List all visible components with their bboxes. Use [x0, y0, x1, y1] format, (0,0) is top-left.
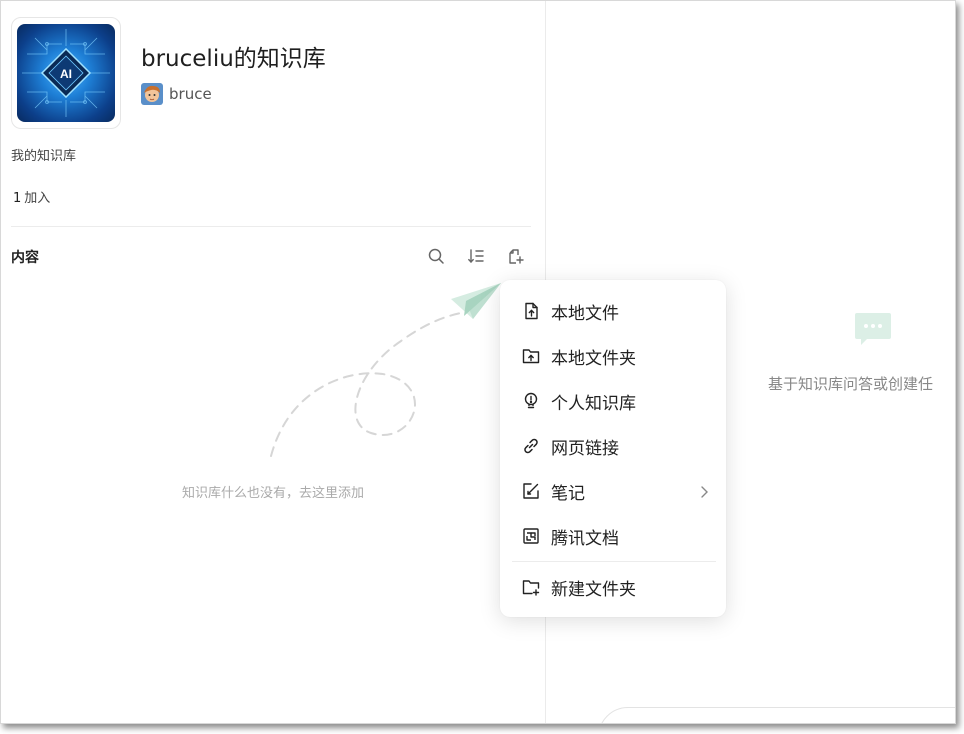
cover-image: AI — [17, 24, 115, 122]
menu-item-personal-kb[interactable]: 个人知识库 — [500, 381, 726, 421]
note-edit-icon — [521, 481, 541, 501]
knowledge-base-title: bruceliu的知识库 — [141, 46, 326, 72]
join-count-label: 加入 — [24, 191, 51, 206]
chat-bubble-icon — [853, 311, 893, 347]
chat-input[interactable] — [598, 707, 955, 723]
add-content-menu: 本地文件 本地文件夹 个人知识库 网页链接 笔记 腾讯文档 新建文件夹 — [500, 280, 726, 617]
menu-item-label: 新建文件夹 — [551, 579, 636, 600]
join-count: 1 加入 — [13, 187, 50, 206]
knowledge-base-description: 我的知识库 — [11, 149, 77, 164]
chat-hint-text: 基于知识库问答或创建任 — [768, 375, 934, 393]
new-folder-icon — [521, 577, 541, 597]
section-divider — [11, 226, 531, 227]
app-window: AI bruceliu的知识库 bruce 我的知识库 1 加入 内容 知识库什… — [0, 0, 956, 724]
folder-upload-icon — [521, 346, 541, 366]
tencent-doc-icon — [521, 526, 541, 546]
menu-item-local-file[interactable]: 本地文件 — [500, 291, 726, 331]
link-icon — [521, 436, 541, 456]
cover-ai-text: AI — [60, 67, 72, 81]
menu-item-label: 网页链接 — [551, 438, 619, 459]
chevron-right-icon — [698, 484, 710, 498]
menu-divider — [512, 561, 716, 562]
knowledge-base-cover[interactable]: AI — [11, 17, 121, 129]
join-count-number: 1 — [13, 191, 22, 206]
menu-item-label: 笔记 — [551, 483, 585, 504]
knowledge-base-panel: AI bruceliu的知识库 bruce 我的知识库 1 加入 内容 知识库什… — [1, 1, 545, 723]
add-document-icon[interactable] — [505, 245, 527, 267]
empty-state-text: 知识库什么也没有，去这里添加 — [181, 486, 364, 501]
menu-item-new-folder[interactable]: 新建文件夹 — [500, 567, 726, 607]
owner-info[interactable]: bruce — [141, 83, 212, 105]
menu-item-label: 个人知识库 — [551, 393, 636, 414]
menu-item-local-folder[interactable]: 本地文件夹 — [500, 336, 726, 376]
lightbulb-icon — [521, 391, 541, 411]
menu-item-web-link[interactable]: 网页链接 — [500, 426, 726, 466]
content-section-title: 内容 — [11, 250, 39, 266]
menu-item-label: 腾讯文档 — [551, 528, 619, 549]
menu-item-note[interactable]: 笔记 — [500, 471, 726, 511]
sort-icon[interactable] — [465, 245, 487, 267]
menu-item-label: 本地文件 — [551, 303, 619, 324]
file-upload-icon — [521, 301, 541, 321]
avatar — [141, 83, 163, 105]
owner-name: bruce — [169, 85, 212, 103]
menu-item-tencent-doc[interactable]: 腾讯文档 — [500, 516, 726, 556]
search-icon[interactable] — [425, 245, 447, 267]
menu-item-label: 本地文件夹 — [551, 348, 636, 369]
empty-illustration — [261, 271, 521, 471]
